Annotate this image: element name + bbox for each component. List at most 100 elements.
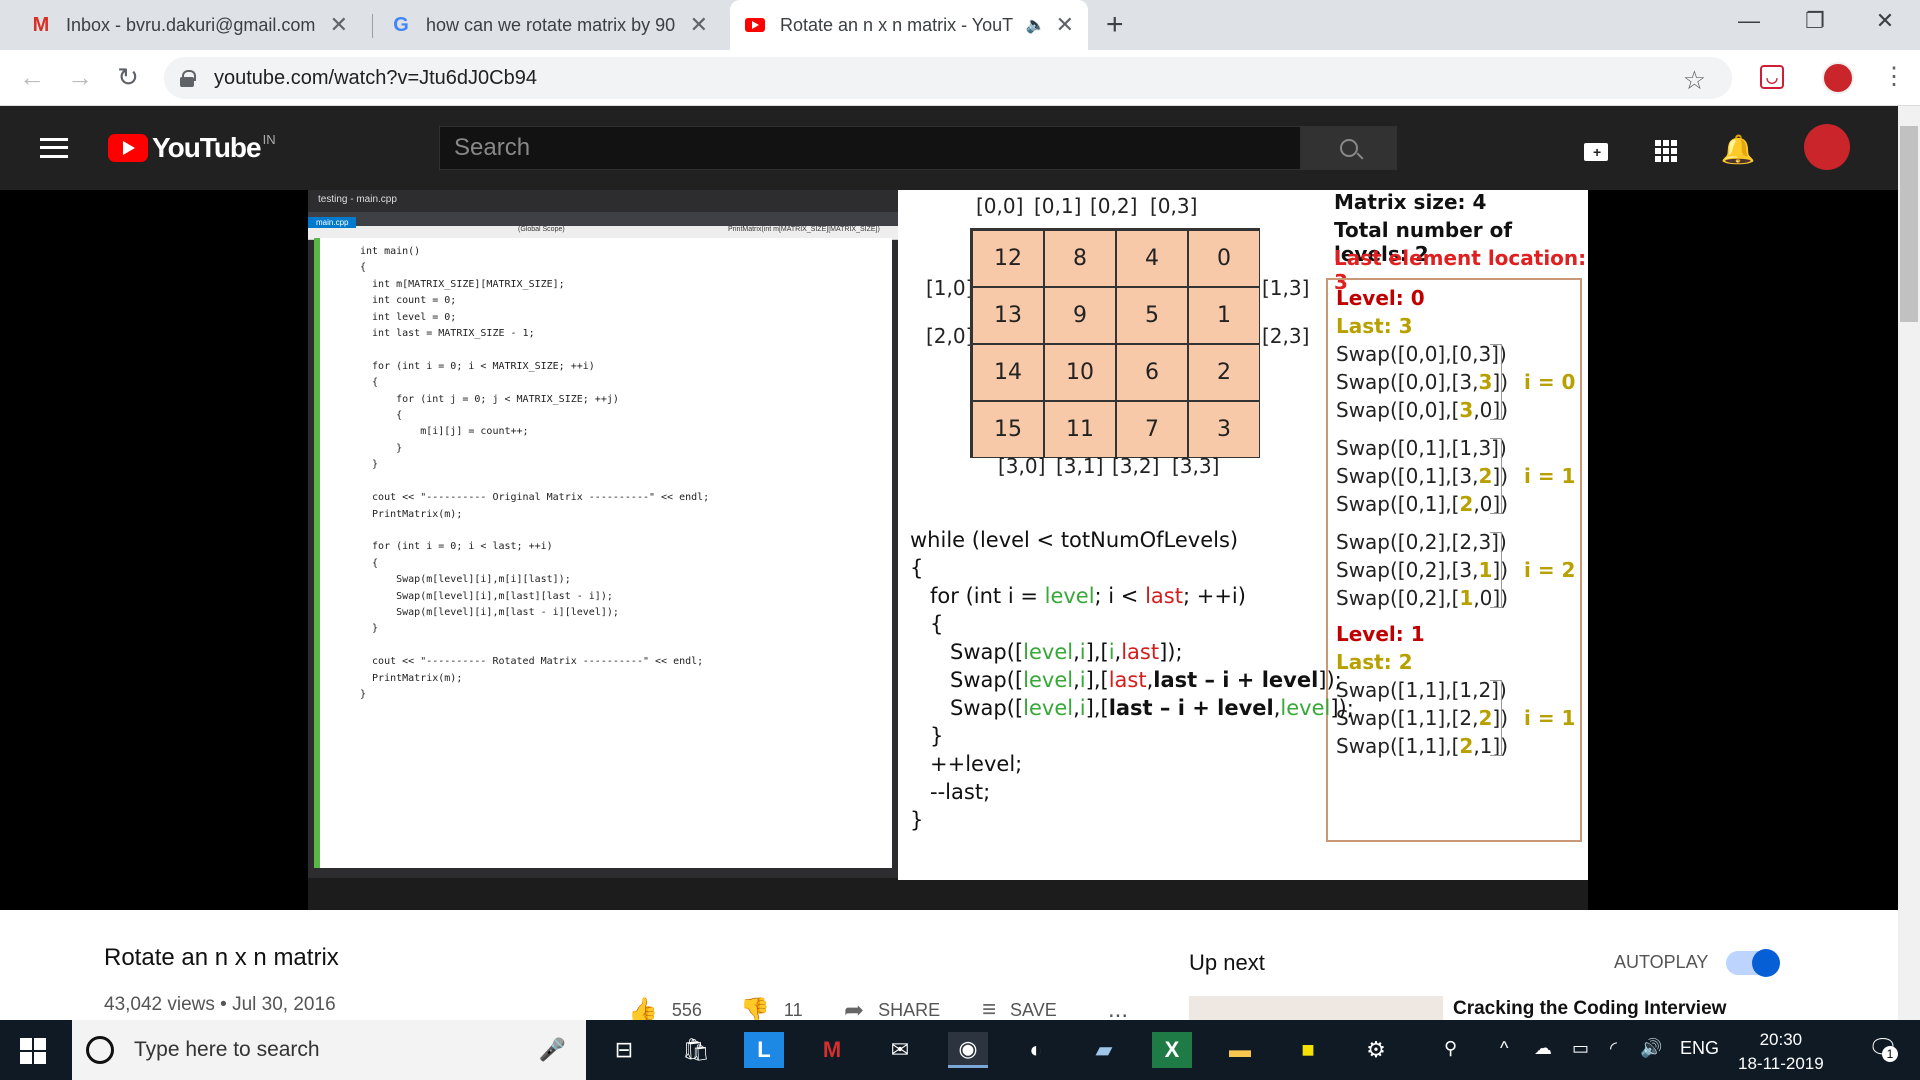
up-next-thumbnail[interactable]: [1189, 996, 1443, 1020]
bottom-index: [3,3]: [1172, 454, 1220, 478]
close-tab-icon[interactable]: ✕: [330, 12, 348, 38]
swap-line: Swap([0,0],[3,0]): [1336, 398, 1508, 422]
loop-while: while (level < totNumOfLevels): [910, 528, 1239, 552]
action-center-icon[interactable]: 🗨 1: [1868, 1034, 1898, 1063]
last-label: Last: 3: [1336, 314, 1413, 338]
new-tab-button[interactable]: +: [1106, 8, 1124, 42]
dislike-count: 11: [783, 1000, 803, 1020]
chrome-menu-icon[interactable]: ⋮: [1882, 62, 1906, 91]
pocket-extension-icon[interactable]: ◡: [1760, 65, 1784, 89]
address-bar[interactable]: youtube.com/watch?v=Jtu6dJ0Cb94 ☆: [164, 57, 1732, 99]
create-video-icon[interactable]: +: [1578, 132, 1614, 168]
back-arrow-icon[interactable]: ←: [16, 62, 48, 93]
tab-youtube-active[interactable]: Rotate an n x n matrix - YouT 🔈 ✕: [730, 0, 1088, 50]
search-icon: [1340, 139, 1364, 160]
language-indicator[interactable]: ENG: [1680, 1038, 1719, 1059]
up-next-heading: Up next: [1189, 950, 1265, 975]
tab-divider: [372, 14, 373, 38]
right-index: [1,3]: [1262, 276, 1310, 300]
video-meta: 43,042 views • Jul 30, 2016: [104, 994, 336, 1015]
app-l-icon[interactable]: L: [744, 1032, 784, 1068]
apps-grid-icon[interactable]: [1648, 132, 1684, 168]
bottom-index: [3,1]: [1056, 454, 1104, 478]
search-input[interactable]: Search: [439, 126, 1301, 170]
matrix-cell: 5: [1116, 287, 1188, 344]
share-label: SHARE: [878, 1000, 941, 1020]
toggle-knob: [1752, 949, 1780, 977]
right-index: [2,3]: [1262, 324, 1310, 348]
group-brace: [1490, 680, 1502, 756]
volume-icon[interactable]: 🔊: [1640, 1038, 1662, 1059]
tray-chevron-icon[interactable]: ^: [1500, 1038, 1508, 1059]
swap-line: Swap([0,2],[1,0]): [1336, 586, 1508, 610]
eclipse-icon[interactable]: ◐: [1016, 1032, 1056, 1068]
search-button[interactable]: [1301, 126, 1397, 170]
microphone-icon[interactable]: 🎤: [539, 1037, 566, 1063]
file-explorer-icon[interactable]: ▬: [1220, 1032, 1260, 1068]
group-brace: [1490, 438, 1502, 514]
windows-start-icon[interactable]: [20, 1038, 46, 1064]
loop-increment: ++level;: [930, 752, 1023, 776]
scrollbar-thumb[interactable]: [1900, 126, 1918, 322]
iteration-label: i = 0: [1524, 370, 1576, 394]
loop-for: ; i <: [1094, 584, 1146, 608]
restore-icon[interactable]: ❐: [1792, 8, 1838, 34]
matrix-cell: 11: [1044, 401, 1116, 458]
matrix-cell: 7: [1116, 401, 1188, 458]
youtube-icon: [744, 14, 766, 36]
mail-icon[interactable]: ✉: [880, 1032, 920, 1068]
slide-diagram: [0,0] [0,1] [0,2] [0,3] [1,0] [2,0] [1,3…: [898, 190, 1588, 880]
reload-icon[interactable]: ↻: [112, 62, 144, 93]
autoplay-toggle[interactable]: [1726, 949, 1780, 977]
region-code: IN: [262, 132, 276, 147]
swap-line: Swap([0,0],[3,3]): [1336, 370, 1508, 394]
loop-brace: {: [930, 612, 944, 636]
close-tab-icon[interactable]: ✕: [1056, 12, 1074, 38]
close-window-icon[interactable]: ✕: [1862, 8, 1908, 34]
matrix-cell: 8: [1044, 230, 1116, 287]
ide-code-editor: int main() { int m[MATRIX_SIZE][MATRIX_S…: [314, 238, 892, 868]
mcafee-icon[interactable]: M: [812, 1032, 852, 1068]
speaker-icon[interactable]: 🔈: [1026, 15, 1046, 35]
matrix-cell: 9: [1044, 287, 1116, 344]
bottom-index: [3,2]: [1112, 454, 1160, 478]
close-tab-icon[interactable]: ✕: [690, 12, 708, 38]
google-icon: G: [393, 13, 409, 36]
wifi-icon[interactable]: ◜: [1610, 1038, 1617, 1059]
minimize-icon[interactable]: —: [1726, 8, 1772, 34]
clock[interactable]: 20:30 18-11-2019: [1738, 1028, 1824, 1076]
settings-gear-icon[interactable]: ⚙: [1356, 1032, 1396, 1068]
video-frame[interactable]: testing - main.cpp main.cpp (Global Scop…: [308, 190, 1588, 910]
battery-icon[interactable]: ▭: [1572, 1038, 1589, 1059]
store-icon[interactable]: 🛍: [676, 1032, 716, 1068]
bookmark-star-icon[interactable]: ☆: [1683, 65, 1706, 96]
profile-avatar[interactable]: [1822, 62, 1854, 94]
swap-line: Swap([1,1],[1,2]): [1336, 678, 1507, 702]
matrix-cell: 14: [972, 344, 1044, 401]
sticky-notes-icon[interactable]: ■: [1288, 1032, 1328, 1068]
tab-google-search[interactable]: G how can we rotate matrix by 90 ✕: [376, 0, 722, 50]
onedrive-icon[interactable]: ☁: [1534, 1038, 1552, 1059]
up-next-title[interactable]: Cracking the Coding Interview: [1453, 998, 1726, 1020]
task-view-icon[interactable]: ⊟: [604, 1032, 644, 1068]
notifications-bell-icon[interactable]: 🔔: [1720, 132, 1756, 168]
chrome-icon[interactable]: ◉: [948, 1032, 988, 1068]
excel-icon[interactable]: X: [1152, 1032, 1192, 1068]
tab-gmail[interactable]: M Inbox - bvru.dakuri@gmail.com - ✕: [16, 0, 362, 50]
lock-icon[interactable]: [180, 70, 196, 87]
youtube-header: YouTube IN Search + 🔔: [0, 106, 1920, 190]
swap-line: Swap([0,2],[3,1]): [1336, 558, 1508, 582]
matrix-cell: 4: [1116, 230, 1188, 287]
people-icon[interactable]: ⚲: [1444, 1038, 1457, 1059]
user-avatar[interactable]: [1804, 124, 1850, 170]
taskbar-search[interactable]: Type here to search 🎤: [72, 1020, 586, 1080]
matrix-cell: 6: [1116, 344, 1188, 401]
ide-function: PrintMatrix(int m[MATRIX_SIZE][MATRIX_SI…: [728, 226, 880, 233]
swap-line: Swap([0,0],[0,3]): [1336, 342, 1507, 366]
forward-arrow-icon[interactable]: →: [64, 62, 96, 93]
notepad-icon[interactable]: ▰: [1084, 1032, 1124, 1068]
tab-title: Inbox - bvru.dakuri@gmail.com -: [66, 14, 320, 35]
menu-icon[interactable]: [40, 138, 68, 158]
swap-line: Swap([0,2],[2,3]): [1336, 530, 1507, 554]
youtube-logo[interactable]: YouTube IN: [108, 132, 276, 164]
